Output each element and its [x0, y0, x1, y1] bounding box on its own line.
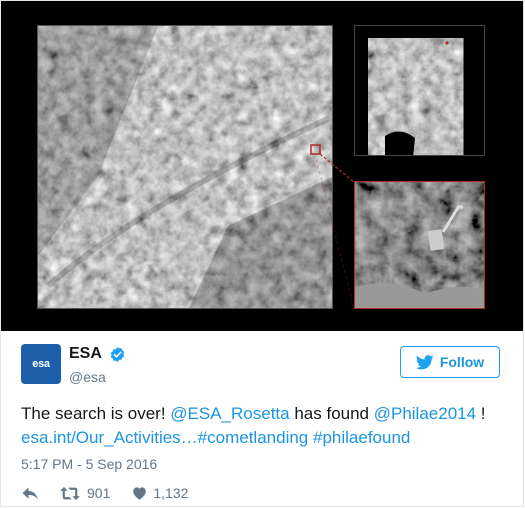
avatar[interactable]: esa	[21, 344, 61, 384]
url-link[interactable]: esa.int/Our_Activities…	[21, 428, 198, 447]
tweet-card: esa ESA @esa Follow The search is over! …	[0, 0, 524, 507]
heart-icon	[133, 487, 147, 500]
comet-overview-image	[354, 25, 485, 156]
comet-surface-image	[37, 25, 333, 309]
esa-logo: esa	[32, 358, 50, 370]
follow-button[interactable]: Follow	[400, 346, 500, 378]
like-count: 1,132	[153, 485, 189, 501]
author-name[interactable]: ESA	[69, 345, 102, 363]
philae-lander-closeup-image	[354, 181, 485, 309]
twitter-bird-icon	[415, 354, 434, 369]
tweet-text-part: !	[476, 404, 486, 423]
mention-link[interactable]: @ESA_Rosetta	[170, 404, 289, 423]
tweet-media[interactable]	[1, 1, 523, 331]
retweet-icon	[60, 486, 80, 500]
reply-icon	[22, 487, 38, 499]
hashtag-link[interactable]: #philaefound	[313, 428, 410, 447]
retweet-count: 901	[87, 485, 111, 501]
tweet-timestamp[interactable]: 5:17 PM - 5 Sep 2016	[21, 456, 157, 472]
tweet-actions: 901 1,132	[21, 483, 188, 503]
reply-button[interactable]	[21, 486, 39, 501]
tweet-text-part: The search is over!	[21, 404, 171, 423]
follow-label: Follow	[439, 354, 485, 370]
verified-badge-icon	[110, 347, 125, 362]
tweet-text-part: has found	[289, 404, 374, 423]
hashtag-link[interactable]: #cometlanding	[198, 428, 309, 447]
author-handle[interactable]: @esa	[69, 369, 106, 385]
retweet-button[interactable]: 901	[59, 485, 110, 501]
mention-link[interactable]: @Philae2014	[374, 404, 476, 423]
like-button[interactable]: 1,132	[132, 485, 188, 501]
tweet-text: The search is over! @ESA_Rosetta has fou…	[21, 402, 511, 450]
